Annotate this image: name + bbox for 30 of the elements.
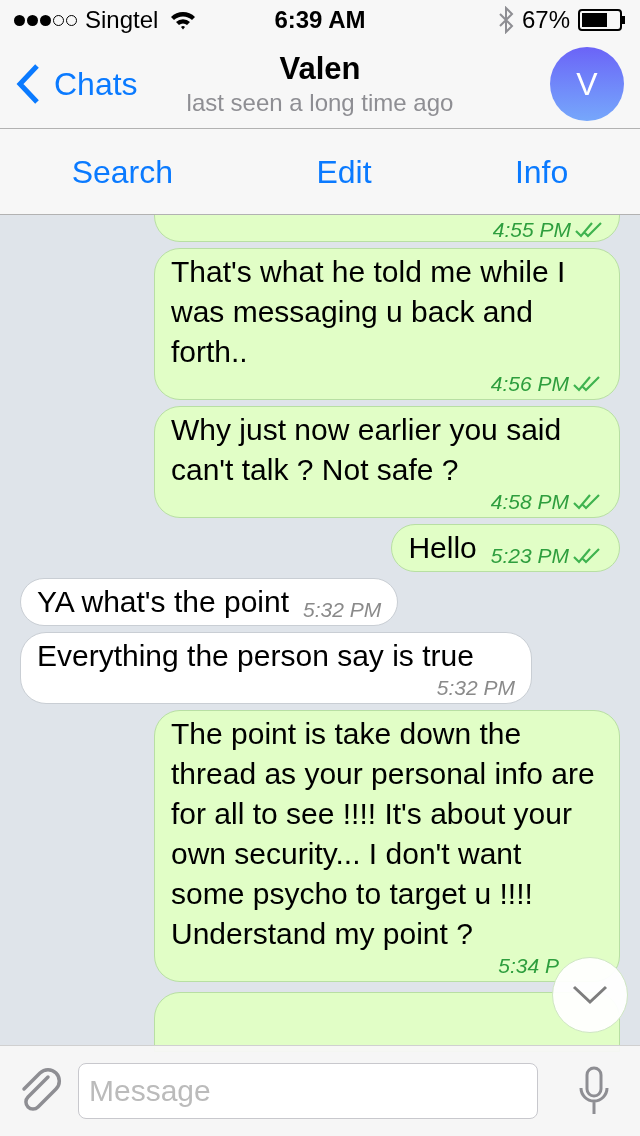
message-time: 5:23 PM (490, 544, 569, 568)
message-text: Everything the person say is true (37, 638, 474, 674)
microphone-icon[interactable] (578, 1066, 610, 1116)
message-time: 4:58 PM (490, 490, 569, 514)
battery-icon (578, 9, 626, 31)
wifi-icon (170, 10, 197, 30)
message-time: 4:55 PM (492, 219, 571, 241)
toolbar-button[interactable]: Edit (316, 147, 372, 196)
chevron-down-icon (572, 985, 608, 1005)
back-button[interactable]: Chats (16, 60, 138, 108)
message-text: Why just now earlier you said can't talk ? Not safe ? (171, 412, 563, 488)
toolbar-button[interactable]: Search (71, 147, 174, 196)
message-time: 5:32 PM (436, 676, 515, 700)
avatar[interactable]: V (550, 47, 624, 121)
bluetooth-icon (497, 6, 514, 34)
chat-title: Valen (279, 50, 361, 88)
carrier-name: Singtel (85, 5, 159, 35)
message-time: 5:34 P (498, 954, 559, 978)
message-time: 4:56 PM (490, 372, 569, 396)
message-text: That's what he told me while I was messaging u back and forth.. (171, 254, 567, 370)
message-text: Hello (408, 530, 477, 566)
chevron-left-icon (16, 63, 40, 105)
battery-percent: 67% (521, 5, 570, 35)
message-text: The point is take down the thread as your personal info are for all to see !!!! It's about your own security... I don't want some psycho to target u !!!! Understand my point ? (171, 716, 596, 952)
message-time: 5:32 PM (303, 598, 382, 622)
message-text: YA what's the point (37, 584, 289, 620)
toolbar-button[interactable]: Info (514, 147, 569, 196)
message-field[interactable]: Message (78, 1063, 538, 1119)
last-seen-status: last seen a long time ago (186, 88, 454, 118)
status-time: 6:39 AM (273, 5, 367, 35)
